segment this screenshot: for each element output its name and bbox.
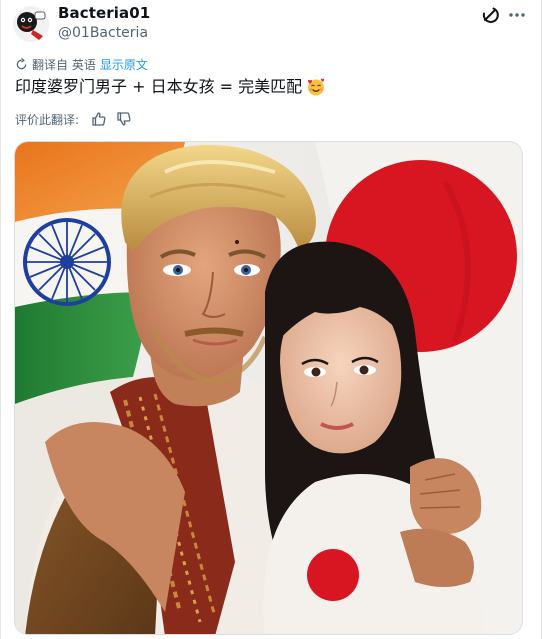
- author-handle[interactable]: @01Bacteria: [58, 25, 148, 41]
- grok-icon[interactable]: [479, 4, 501, 26]
- author-display-name[interactable]: Bacteria01: [58, 4, 150, 22]
- thumbs-up-icon[interactable]: [91, 111, 107, 127]
- tweet-body: 印度婆罗门男子 + 日本女孩 = 完美匹配: [15, 76, 326, 98]
- rate-translation-label: 评价此翻译:: [15, 112, 80, 127]
- tweet-text: 印度婆罗门男子 + 日本女孩 = 完美匹配: [15, 77, 303, 96]
- thumbs-down-icon[interactable]: [116, 111, 132, 127]
- translated-from-label: 翻译自 英语: [32, 57, 96, 72]
- translate-icon: [16, 57, 27, 69]
- more-icon[interactable]: [506, 4, 528, 26]
- show-original-link[interactable]: 显示原文: [100, 56, 148, 73]
- translation-row: 翻译自 英语 显示原文: [15, 56, 148, 72]
- tweet-image[interactable]: [14, 141, 523, 635]
- smiling-face-with-hearts-emoji: [308, 78, 325, 96]
- tweet-card: Bacteria01 @01Bacteria 翻译自 英语 显示原文 印度婆罗门…: [0, 0, 542, 639]
- rate-translation-row: 评价此翻译:: [15, 110, 132, 128]
- avatar[interactable]: [13, 6, 49, 42]
